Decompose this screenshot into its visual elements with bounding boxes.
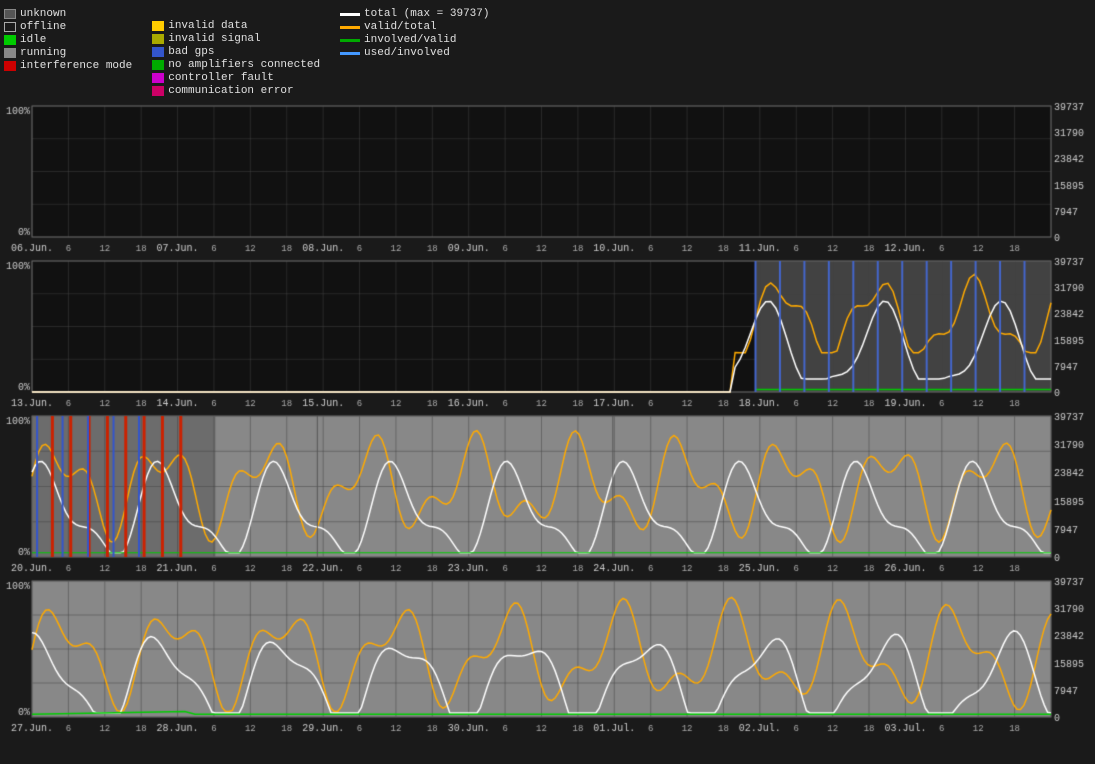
comm-error-label: communication error <box>168 85 293 97</box>
legend-total: total (max = 39737) <box>340 8 489 20</box>
legend-controller-fault: controller fault <box>152 72 320 84</box>
legend-involved-valid: involved/valid <box>340 34 489 46</box>
legend-invalid-signal: invalid signal <box>152 33 320 45</box>
used-involved-icon <box>340 52 360 55</box>
legend-bad-gps: bad gps <box>152 46 320 58</box>
chart-3 <box>0 412 1095 577</box>
charts-container <box>0 102 1095 737</box>
legend-used-involved: used/involved <box>340 47 489 59</box>
legend-invalid: invalid data invalid signal bad gps no a… <box>152 6 320 98</box>
total-line-icon <box>340 13 360 16</box>
unknown-label: unknown <box>20 8 66 20</box>
used-involved-label: used/involved <box>364 47 450 59</box>
legend-idle: idle <box>4 34 132 46</box>
no-amp-icon <box>152 60 164 70</box>
valid-total-icon <box>340 26 360 29</box>
invalid-data-icon <box>152 21 164 31</box>
legend-comm-error: communication error <box>152 85 320 97</box>
interference-label: interference mode <box>20 60 132 72</box>
involved-valid-icon <box>340 39 360 42</box>
legend-running: running <box>4 47 132 59</box>
involved-valid-label: involved/valid <box>364 34 456 46</box>
idle-label: idle <box>20 34 46 46</box>
valid-total-label: valid/total <box>364 21 437 33</box>
interference-icon <box>4 61 16 71</box>
legend-invalid-spacer <box>152 6 320 18</box>
offline-icon <box>4 22 16 32</box>
running-label: running <box>20 47 66 59</box>
invalid-data-label: invalid data <box>168 20 247 32</box>
idle-icon <box>4 35 16 45</box>
legend-signals: total (max = 39737) valid/total involved… <box>340 6 489 98</box>
invalid-signal-icon <box>152 34 164 44</box>
running-icon <box>4 48 16 58</box>
legend-bg: unknown offline idle running interferenc… <box>4 6 132 98</box>
chart-2 <box>0 257 1095 412</box>
bad-gps-label: bad gps <box>168 46 214 58</box>
bad-gps-icon <box>152 47 164 57</box>
legend-unknown: unknown <box>4 8 132 20</box>
total-label: total (max = 39737) <box>364 8 489 20</box>
legend-panel: unknown offline idle running interferenc… <box>0 4 1095 102</box>
chart-4 <box>0 577 1095 737</box>
legend-no-amp: no amplifiers connected <box>152 59 320 71</box>
legend-valid-total: valid/total <box>340 21 489 33</box>
offline-label: offline <box>20 21 66 33</box>
no-amp-label: no amplifiers connected <box>168 59 320 71</box>
legend-interference: interference mode <box>4 60 132 72</box>
unknown-icon <box>4 9 16 19</box>
controller-fault-icon <box>152 73 164 83</box>
invalid-signal-label: invalid signal <box>168 33 260 45</box>
legend-invalid-data: invalid data <box>152 20 320 32</box>
comm-error-icon <box>152 86 164 96</box>
controller-fault-label: controller fault <box>168 72 274 84</box>
chart-1 <box>0 102 1095 257</box>
legend-offline: offline <box>4 21 132 33</box>
